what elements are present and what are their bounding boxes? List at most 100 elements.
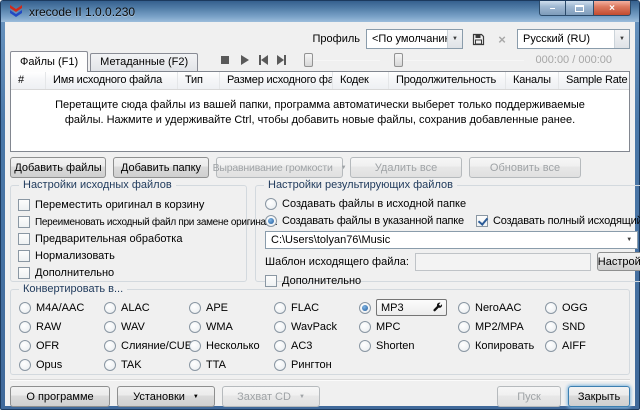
maximize-button[interactable]: [566, 1, 593, 16]
format-ape[interactable]: APE: [189, 300, 274, 315]
format-wav[interactable]: WAV: [104, 319, 189, 334]
column-header-duration[interactable]: Продолжительность: [389, 72, 506, 89]
column-header-number[interactable]: #: [11, 72, 46, 89]
output-path-row: C:\Users\tolyan76\Music ▼ ...: [265, 231, 640, 249]
column-header-codec[interactable]: Кодек: [333, 72, 389, 89]
save-profile-button[interactable]: [469, 30, 487, 48]
refresh-all-button[interactable]: Обновить все: [469, 157, 581, 178]
add-files-button[interactable]: Добавить файлы: [10, 157, 106, 178]
slider-thumb[interactable]: [304, 53, 313, 67]
radio-output-specified-folder[interactable]: Создавать файлы в указанной папке: [282, 215, 464, 227]
column-header-sample-rate[interactable]: Sample Rate: [559, 72, 629, 89]
format-mp3[interactable]: MP3: [359, 300, 458, 315]
radio-icon: [189, 321, 201, 333]
checkbox-icon[interactable]: [476, 215, 488, 227]
radio-icon: [19, 340, 31, 352]
stop-icon: [218, 53, 232, 67]
radio-icon: [458, 321, 470, 333]
volume-leveling-button[interactable]: Выравнивание громкости ▼: [216, 157, 343, 178]
remove-all-button[interactable]: Удалить все: [350, 157, 462, 178]
checkbox-icon: [18, 250, 30, 262]
format-ringtone[interactable]: Рингтон: [274, 357, 359, 372]
format-flac[interactable]: FLAC: [274, 300, 359, 315]
radio-icon: [104, 359, 116, 371]
template-input[interactable]: [415, 253, 591, 271]
output-path-value: C:\Users\tolyan76\Music: [266, 234, 622, 246]
format-mp2-mpa[interactable]: MP2/MPA: [458, 319, 545, 334]
format-neroaac[interactable]: NeroAAC: [458, 300, 545, 315]
format-tta[interactable]: TTA: [189, 357, 274, 372]
format-raw[interactable]: RAW: [19, 319, 104, 334]
column-header-source-size[interactable]: Размер исходного файла: [220, 72, 333, 89]
checkbox-icon: [18, 216, 30, 228]
minimize-button[interactable]: –: [539, 1, 566, 16]
language-select[interactable]: Русский (RU) ▼: [517, 29, 630, 49]
output-folder-row: Создавать файлы в указанной папке Создав…: [265, 213, 640, 228]
delete-profile-button[interactable]: ×: [493, 30, 511, 48]
profile-label: Профиль: [313, 33, 361, 45]
drop-zone[interactable]: Перетащите сюда файлы из вашей папки, пр…: [11, 90, 629, 151]
previous-track-button[interactable]: [254, 52, 271, 68]
format-merge-cue[interactable]: Слияние/CUE: [104, 338, 189, 353]
checkbox-icon: [18, 199, 30, 211]
radio-icon: [359, 302, 371, 314]
checkbox-rename-source[interactable]: Переименовать исходный файл при замене о…: [18, 215, 241, 229]
radio-icon: [274, 359, 286, 371]
source-settings-title: Настройки исходных файлов: [19, 179, 176, 191]
about-button[interactable]: О программе: [10, 386, 110, 407]
template-label: Шаблон исходящего файла:: [265, 256, 409, 268]
stop-button[interactable]: [216, 52, 233, 68]
format-snd[interactable]: SND: [545, 319, 623, 334]
radio-output-source-folder[interactable]: Создавать файлы в исходной папке: [265, 196, 640, 211]
play-button[interactable]: [235, 52, 252, 68]
checkbox-preprocessing[interactable]: Предварительная обработка: [18, 232, 241, 246]
checkbox-source-advanced[interactable]: Дополнительно: [18, 266, 241, 280]
start-button[interactable]: Пуск: [497, 386, 561, 407]
template-settings-button[interactable]: Настройки: [597, 252, 640, 271]
radio-icon: [545, 302, 557, 314]
next-track-button[interactable]: [273, 52, 290, 68]
maximize-icon: [575, 5, 584, 12]
format-aiff[interactable]: AIFF: [545, 338, 623, 353]
checkbox-normalize[interactable]: Нормализовать: [18, 249, 241, 263]
close-button[interactable]: Закрыть: [568, 386, 630, 407]
format-shorten[interactable]: Shorten: [359, 338, 458, 353]
radio-icon[interactable]: [265, 215, 277, 227]
profile-select[interactable]: <По умолчанию> ▼: [366, 29, 463, 49]
column-header-type[interactable]: Тип: [178, 72, 220, 89]
format-wma[interactable]: WMA: [189, 319, 274, 334]
cd-rip-button[interactable]: Захват CD ▼: [222, 386, 320, 407]
tab-metadata[interactable]: Метаданные (F2): [90, 53, 198, 71]
format-multiple[interactable]: Несколько: [189, 338, 274, 353]
format-opus[interactable]: Opus: [19, 357, 104, 372]
mp3-settings-button[interactable]: MP3: [376, 299, 447, 316]
format-mpc[interactable]: MPC: [359, 319, 458, 334]
column-header-source-name[interactable]: Имя исходного файла: [46, 72, 178, 89]
checkbox-output-advanced[interactable]: Дополнительно: [265, 274, 640, 288]
slider-thumb[interactable]: [394, 53, 403, 67]
format-ac3[interactable]: AC3: [274, 338, 359, 353]
column-header-channels[interactable]: Каналы: [506, 72, 559, 89]
close-window-button[interactable]: ×: [593, 1, 631, 16]
tab-files[interactable]: Файлы (F1): [10, 51, 88, 72]
language-value: Русский (RU): [518, 33, 614, 45]
floppy-disk-icon: [472, 33, 485, 46]
format-wavpack[interactable]: WavPack: [274, 319, 359, 334]
radio-icon: [458, 302, 470, 314]
format-ogg[interactable]: OGG: [545, 300, 623, 315]
format-m4a-aac[interactable]: M4A/AAC: [19, 300, 104, 315]
format-ofr[interactable]: OFR: [19, 338, 104, 353]
format-alac[interactable]: ALAC: [104, 300, 189, 315]
setup-button[interactable]: Установки ▼: [117, 386, 215, 407]
source-settings-group: Настройки исходных файлов Переместить ор…: [10, 185, 247, 282]
add-folder-button[interactable]: Добавить папку: [113, 157, 209, 178]
checkbox-move-to-recycle[interactable]: Переместить оригинал в корзину: [18, 198, 241, 212]
checkbox-full-output-path[interactable]: Создавать полный исходящий путь: [493, 215, 640, 227]
seek-slider[interactable]: [394, 52, 525, 68]
format-tak[interactable]: TAK: [104, 357, 189, 372]
format-copy[interactable]: Копировать: [458, 338, 545, 353]
output-path-select[interactable]: C:\Users\tolyan76\Music ▼: [265, 231, 638, 249]
wrench-icon: [432, 302, 443, 313]
radio-icon: [19, 321, 31, 333]
volume-slider[interactable]: [304, 52, 382, 68]
